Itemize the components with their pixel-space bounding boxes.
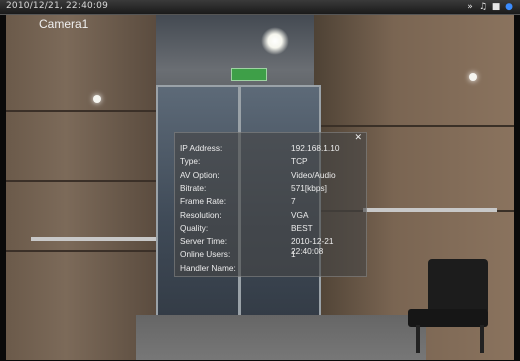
- globe-icon[interactable]: ●: [504, 2, 514, 12]
- info-label: Server Time:: [180, 236, 228, 247]
- info-value: 571[kbps]: [291, 182, 327, 193]
- floor: [136, 315, 426, 360]
- right-handrail: [363, 208, 497, 212]
- left-wall: [6, 15, 156, 360]
- info-label: Type:: [180, 156, 201, 167]
- info-row: IP Address: 192.168.1.10: [180, 143, 365, 155]
- info-value: BEST: [291, 222, 313, 233]
- info-label: Handler Name:: [180, 262, 236, 273]
- stream-info-panel: ✕ IP Address: 192.168.1.10 Type: TCP AV Opti…: [174, 132, 367, 277]
- camera-name: Camera1: [39, 17, 89, 31]
- info-row: Online Users: 1: [180, 249, 365, 261]
- camera-viewer: ✕ IP Address: 192.168.1.10 Type: TCP AV Opti…: [0, 0, 520, 361]
- info-row: Type: TCP: [180, 156, 365, 168]
- info-label: Frame Rate:: [180, 196, 227, 207]
- info-value: 192.168.1.10: [291, 143, 340, 153]
- info-value: 7: [291, 196, 296, 207]
- fast-forward-icon[interactable]: »: [465, 2, 475, 12]
- close-icon[interactable]: ✕: [354, 133, 362, 143]
- info-label: Quality:: [180, 222, 209, 233]
- info-label: IP Address:: [180, 143, 223, 153]
- info-value: Video/Audio: [291, 169, 336, 180]
- info-value: TCP: [291, 156, 308, 167]
- ceiling-light: [261, 27, 289, 55]
- info-label: Bitrate:: [180, 182, 207, 193]
- info-row: Frame Rate: 7: [180, 196, 365, 208]
- wall-light-left: [93, 95, 101, 103]
- info-label: Online Users:: [180, 249, 231, 260]
- info-value: VGA: [291, 209, 309, 220]
- toolbar-icons: » ♫ ■ ●: [465, 1, 514, 13]
- left-handrail: [31, 237, 156, 241]
- info-label: Resolution:: [180, 209, 222, 220]
- info-row: AV Option: Video/Audio: [180, 170, 365, 182]
- info-row: Bitrate: 571[kbps]: [180, 183, 365, 195]
- top-bar: 2010/12/21, 22:40:09 » ♫ ■ ●: [0, 0, 520, 15]
- info-row: Quality: BEST: [180, 223, 365, 235]
- video-feed[interactable]: ✕ IP Address: 192.168.1.10 Type: TCP AV Opti…: [6, 15, 514, 360]
- info-label: AV Option:: [180, 169, 220, 180]
- info-row: Resolution: VGA: [180, 210, 365, 222]
- chair: [398, 259, 494, 354]
- info-value: 1: [291, 249, 296, 260]
- snapshot-icon[interactable]: ■: [491, 2, 501, 12]
- wall-light-right: [469, 73, 477, 81]
- exit-sign: [231, 68, 267, 81]
- info-row: Handler Name:: [180, 263, 365, 275]
- speaker-icon[interactable]: ♫: [478, 2, 488, 12]
- timestamp: 2010/12/21, 22:40:09: [6, 1, 109, 11]
- info-row: Server Time: 2010-12-21 22:40:08: [180, 236, 365, 256]
